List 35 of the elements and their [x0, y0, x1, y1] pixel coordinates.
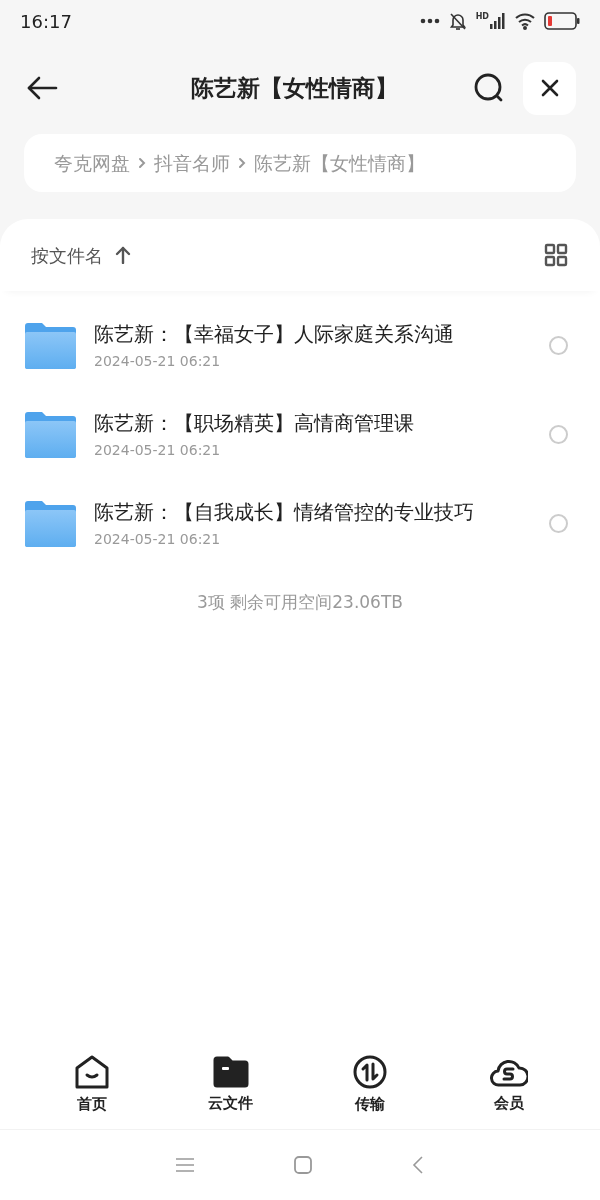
status-time: 16:17	[20, 9, 72, 34]
folder-icon	[25, 500, 76, 547]
network-label: HD	[475, 13, 489, 21]
wifi-icon	[514, 12, 536, 30]
grid-view-button[interactable]	[543, 242, 569, 268]
more-dots-icon	[419, 18, 440, 24]
signal-icon	[490, 13, 506, 29]
home-square-icon[interactable]	[294, 1156, 312, 1174]
chevron-right-icon	[138, 157, 146, 169]
modified-date: 2024-05-21 06:21	[94, 352, 222, 371]
folder-name[interactable]: 陈艺新：【自我成长】情绪管控的专业技巧	[94, 497, 479, 527]
battery-icon	[544, 12, 580, 30]
folder-icon	[25, 322, 76, 369]
arrow-up-icon	[115, 246, 131, 264]
chevron-right-icon	[238, 157, 246, 169]
folder-icon	[25, 411, 76, 458]
sort-button[interactable]: 按文件名	[31, 241, 131, 269]
menu-icon[interactable]	[176, 1157, 194, 1173]
muted-bell-icon	[447, 11, 468, 31]
close-icon	[540, 79, 559, 97]
modified-date: 2024-05-21 06:21	[94, 441, 222, 460]
storage-summary: 3项 剩余可用空间23.06TB	[197, 591, 403, 614]
nav-tab[interactable]: 首页	[51, 1055, 132, 1116]
nav-tab[interactable]: 会员	[468, 1056, 549, 1115]
back-chevron-icon[interactable]	[412, 1156, 424, 1174]
folder-name[interactable]: 陈艺新：【职场精英】高情商管理课	[94, 408, 479, 438]
page-title: 陈艺新【女性情商】	[191, 73, 398, 103]
nav-tab[interactable]: 传输	[329, 1055, 410, 1116]
folder-name[interactable]: 陈艺新：【幸福女子】人际家庭关系沟通	[94, 319, 479, 349]
nav-tab[interactable]: 云文件	[190, 1056, 271, 1115]
select-checkbox[interactable]	[549, 425, 568, 444]
modified-date: 2024-05-21 06:21	[94, 530, 222, 549]
select-checkbox[interactable]	[549, 514, 568, 533]
select-checkbox[interactable]	[549, 336, 568, 355]
close-button[interactable]	[523, 61, 576, 115]
